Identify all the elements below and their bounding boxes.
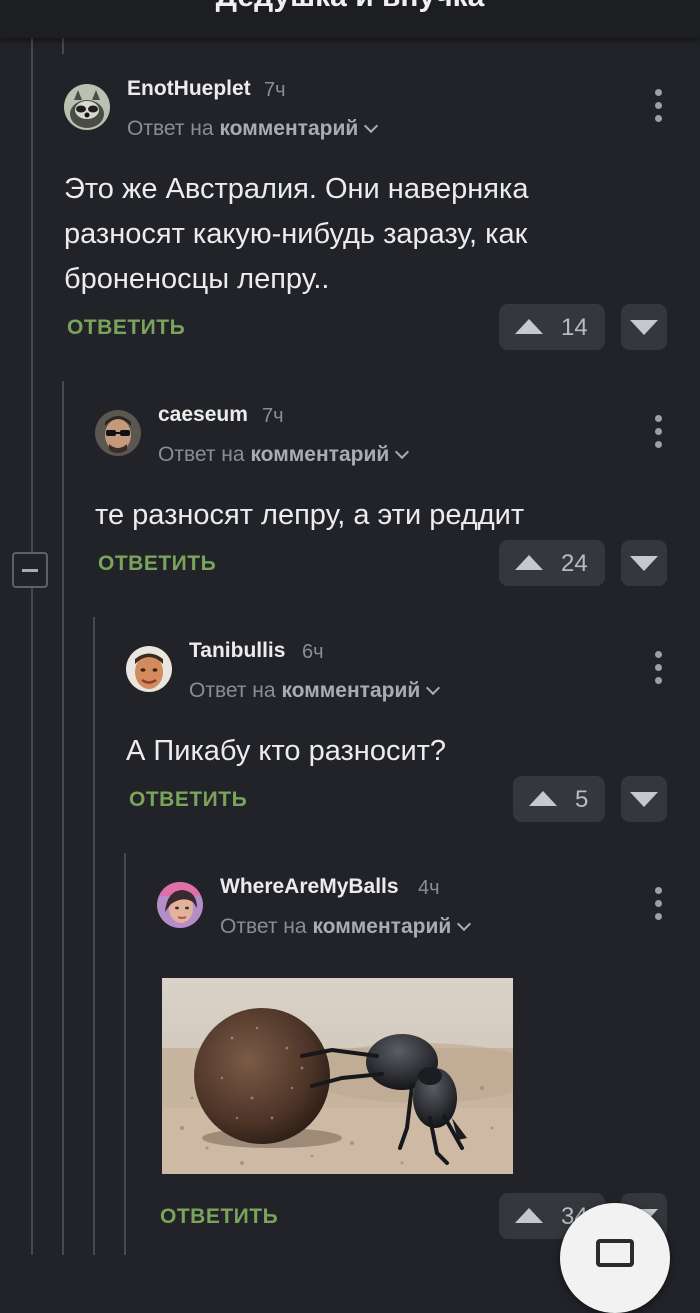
- reply-button[interactable]: ОТВЕТИТЬ: [98, 552, 216, 576]
- reply-to-parent-link[interactable]: комментарий: [250, 443, 389, 466]
- chevron-down-icon[interactable]: [395, 444, 410, 460]
- downvote-icon: [630, 792, 658, 807]
- avatar[interactable]: [95, 410, 141, 456]
- upvote-button[interactable]: 14: [499, 304, 605, 350]
- upvote-icon: [515, 555, 543, 570]
- woman-avatar-image: [157, 882, 203, 928]
- raccoon-avatar-image: [64, 84, 110, 130]
- thread-line-level-0: [31, 38, 33, 1255]
- comment-time: 7ч: [262, 405, 284, 427]
- reply-button[interactable]: ОТВЕТИТЬ: [67, 316, 185, 340]
- reply-to-parent-link[interactable]: комментарий: [281, 679, 420, 702]
- comment-fab-button[interactable]: [560, 1203, 670, 1313]
- dung-beetle-photo: [162, 978, 513, 1174]
- chevron-down-icon[interactable]: [457, 916, 472, 932]
- comment-time: 7ч: [264, 79, 286, 101]
- top-bar: Дедушка и внучка: [0, 0, 700, 38]
- chevron-down-icon[interactable]: [426, 680, 441, 696]
- reply-to-prefix: Ответ на: [127, 117, 214, 140]
- username[interactable]: EnotHueplet: [127, 77, 251, 101]
- comment-image-dung-beetle[interactable]: [162, 978, 513, 1174]
- page-title: Дедушка и внучка: [0, 0, 700, 14]
- downvote-button[interactable]: [621, 776, 667, 822]
- reply-to-parent-link[interactable]: комментарий: [219, 117, 358, 140]
- reply-to-link[interactable]: Ответ на комментарий: [158, 443, 410, 467]
- avatar[interactable]: [64, 84, 110, 130]
- upvote-icon: [515, 319, 543, 334]
- downvote-button[interactable]: [621, 304, 667, 350]
- more-vertical-icon[interactable]: [649, 415, 669, 449]
- minus-icon: [22, 569, 38, 572]
- chevron-down-icon[interactable]: [364, 118, 379, 134]
- thread-line-level-1: [62, 381, 64, 1255]
- reply-to-link[interactable]: Ответ на комментарий: [220, 915, 472, 939]
- upvote-button[interactable]: 24: [499, 540, 605, 586]
- reply-to-prefix: Ответ на: [158, 443, 245, 466]
- reply-to-link[interactable]: Ответ на комментарий: [189, 679, 441, 703]
- avatar[interactable]: [126, 646, 172, 692]
- upvote-icon: [529, 791, 557, 806]
- reply-button[interactable]: ОТВЕТИТЬ: [129, 788, 247, 812]
- more-vertical-icon[interactable]: [649, 887, 669, 921]
- comment-text: те разносят лепру, а эти реддит: [95, 499, 525, 531]
- collapse-thread-button[interactable]: [12, 552, 48, 588]
- reply-to-prefix: Ответ на: [220, 915, 307, 938]
- comment-fab-icon: [596, 1239, 634, 1267]
- more-vertical-icon[interactable]: [649, 89, 669, 123]
- username[interactable]: WhereAreMyBalls: [220, 875, 399, 899]
- username[interactable]: Tanibullis: [189, 639, 285, 663]
- man-avatar-image: [126, 646, 172, 692]
- comment-time: 4ч: [418, 877, 440, 899]
- downvote-button[interactable]: [621, 540, 667, 586]
- thread-line-level-3: [124, 853, 126, 1255]
- thread-line-level-2: [93, 617, 95, 1255]
- upvote-icon: [515, 1208, 543, 1223]
- username[interactable]: caeseum: [158, 403, 248, 427]
- downvote-icon: [630, 320, 658, 335]
- reply-to-parent-link[interactable]: комментарий: [312, 915, 451, 938]
- reply-button[interactable]: ОТВЕТИТЬ: [160, 1205, 278, 1229]
- upvote-button[interactable]: 5: [513, 776, 605, 822]
- comment-time: 6ч: [302, 641, 324, 663]
- comment-text: А Пикабу кто разносит?: [126, 735, 447, 767]
- avatar[interactable]: [157, 882, 203, 928]
- rating-count: 5: [575, 786, 589, 813]
- rating-count: 14: [561, 314, 588, 341]
- comment-text: Это же Австралия. Они наверняка разносят…: [64, 173, 529, 295]
- more-vertical-icon[interactable]: [649, 651, 669, 685]
- rating-count: 24: [561, 550, 588, 577]
- man-sunglasses-avatar-image: [95, 410, 141, 456]
- reply-to-link[interactable]: Ответ на комментарий: [127, 117, 379, 141]
- downvote-icon: [630, 556, 658, 571]
- reply-to-prefix: Ответ на: [189, 679, 276, 702]
- thread-line-level-0-stub: [62, 38, 64, 54]
